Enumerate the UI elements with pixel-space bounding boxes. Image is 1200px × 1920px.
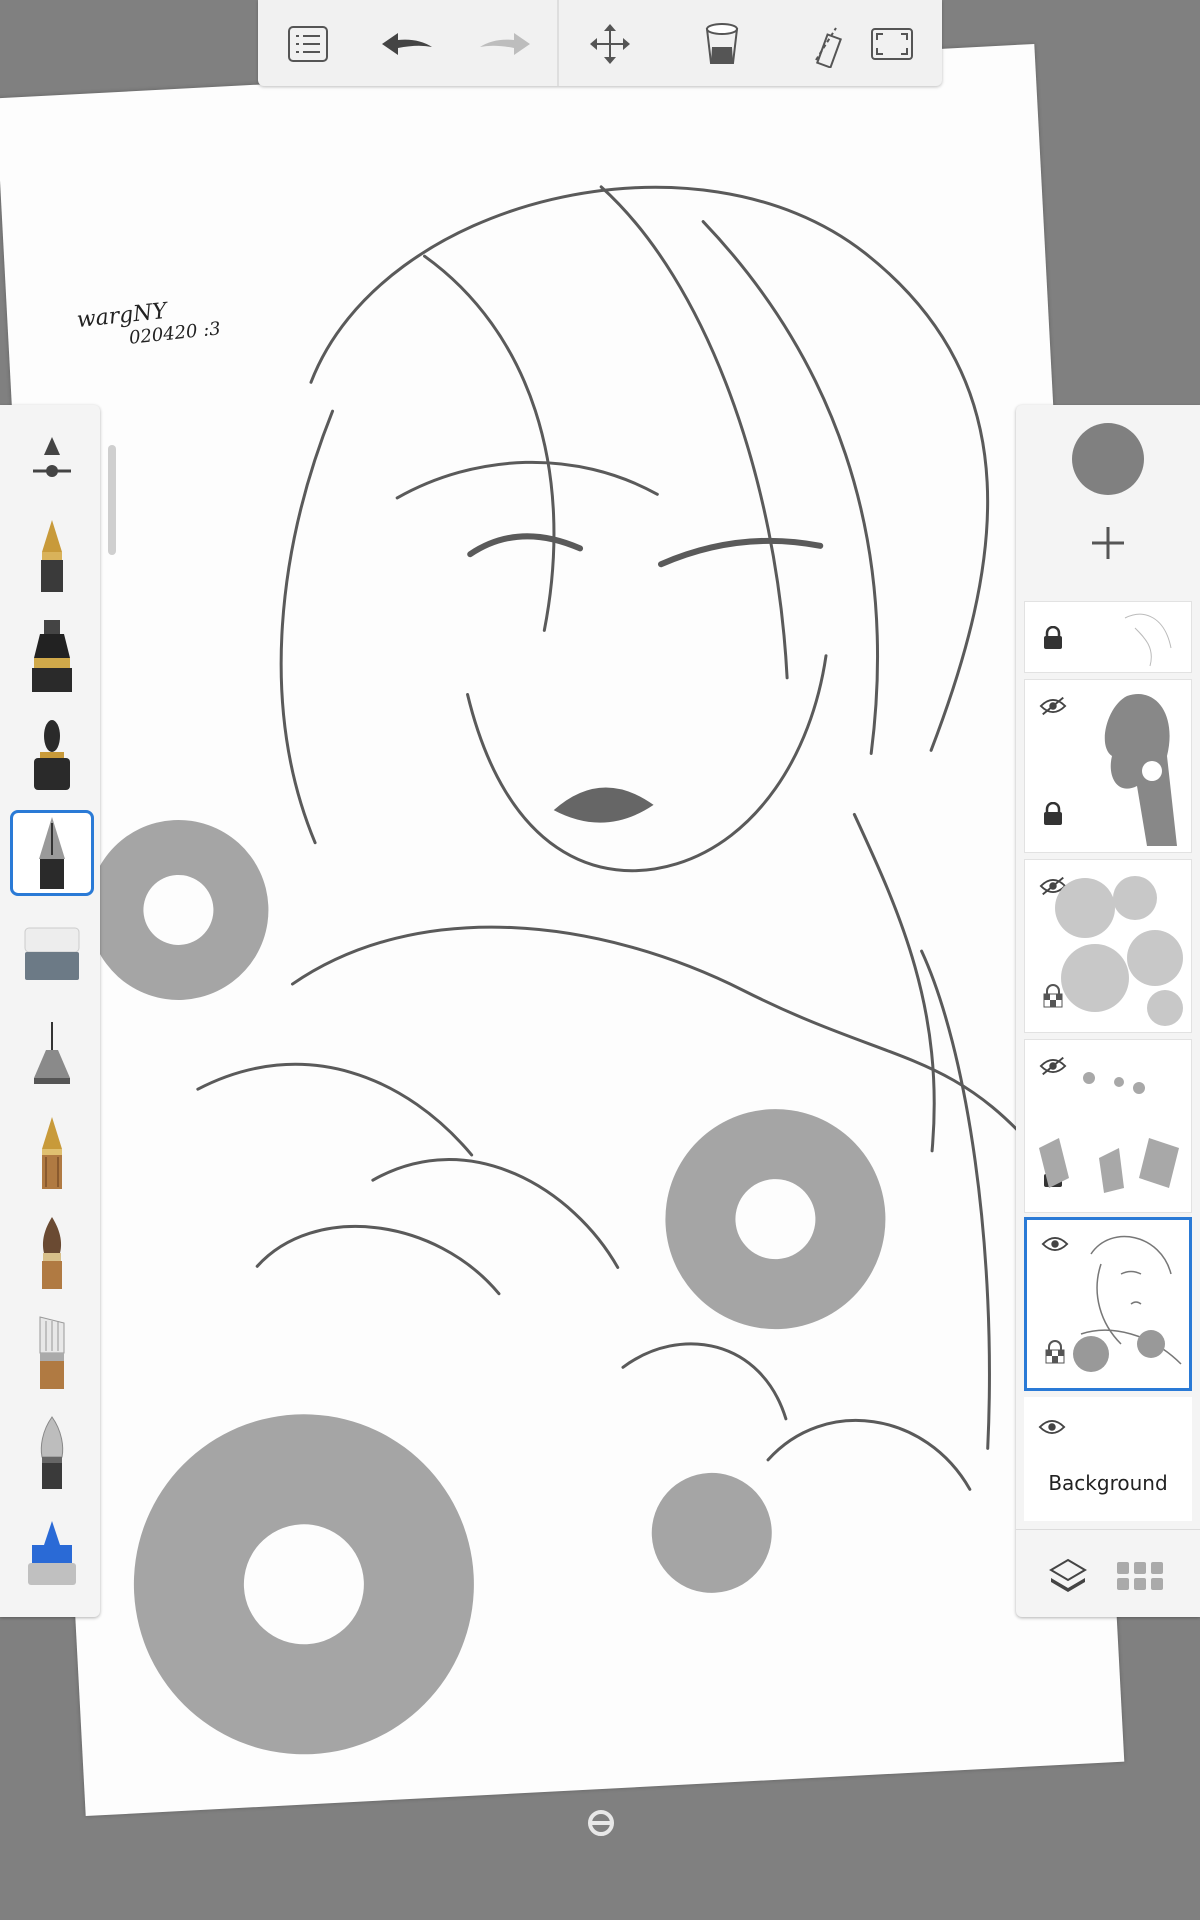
canvas-rotate-reset-icon[interactable] <box>586 1808 616 1838</box>
drawing-canvas[interactable]: wargNY 020420 :3 <box>0 43 1125 1817</box>
eye-hidden-icon[interactable] <box>1039 692 1067 720</box>
layer-preview <box>1073 1235 1182 1372</box>
layer-thumbnail[interactable] <box>1024 679 1192 853</box>
fountain-pen-gold-icon[interactable] <box>10 513 94 599</box>
ink-pen-icon[interactable] <box>10 613 94 699</box>
add-layer-button[interactable] <box>1080 515 1136 571</box>
undo-icon[interactable] <box>376 14 436 74</box>
eye-icon[interactable] <box>1038 1413 1066 1441</box>
grid-menu-icon[interactable] <box>1116 1552 1164 1600</box>
layer-preview <box>1104 694 1177 846</box>
flat-brush-icon[interactable] <box>10 1310 94 1396</box>
layers-stack-icon[interactable] <box>1044 1552 1092 1600</box>
background-layer-label: Background <box>1048 1471 1168 1495</box>
layer-thumbnail-active[interactable] <box>1024 1217 1192 1391</box>
pencil-icon[interactable] <box>10 1110 94 1196</box>
brush-size-slider-icon[interactable] <box>10 415 94 501</box>
list-icon[interactable] <box>278 14 338 74</box>
smudge-icon[interactable] <box>10 1410 94 1496</box>
toolbar-divider <box>557 0 559 86</box>
marker-icon[interactable] <box>10 711 94 797</box>
lock-icon[interactable] <box>1039 800 1067 828</box>
layer-preview <box>1124 613 1172 667</box>
top-toolbar <box>258 0 942 86</box>
brush-scrollbar[interactable] <box>108 445 116 555</box>
layer-panel-footer <box>1016 1529 1200 1618</box>
layers-panel: Background <box>1016 405 1200 1617</box>
ruler-icon[interactable] <box>798 14 858 74</box>
brush-palette <box>0 405 116 1617</box>
plus-icon <box>1092 527 1124 559</box>
fineliner-pen-icon[interactable] <box>10 810 94 896</box>
current-color-swatch[interactable] <box>1072 423 1144 495</box>
layer-preview <box>1055 876 1183 1026</box>
fill-marker-icon[interactable] <box>10 1510 94 1596</box>
redo-icon[interactable] <box>476 14 536 74</box>
paint-brush-icon[interactable] <box>10 1210 94 1296</box>
layer-thumbnail[interactable] <box>1024 859 1192 1033</box>
lock-icon[interactable] <box>1039 624 1067 652</box>
bucket-fill-icon[interactable] <box>692 14 752 74</box>
transform-move-icon[interactable] <box>580 14 640 74</box>
background-layer[interactable]: Background <box>1024 1397 1192 1521</box>
fullscreen-icon[interactable] <box>862 14 922 74</box>
layer-thumbnail[interactable] <box>1024 1039 1192 1213</box>
layer-preview <box>1039 1072 1179 1193</box>
layer-thumbnail[interactable] <box>1024 601 1192 673</box>
eraser-icon[interactable] <box>10 910 94 996</box>
airbrush-icon[interactable] <box>10 1010 94 1096</box>
